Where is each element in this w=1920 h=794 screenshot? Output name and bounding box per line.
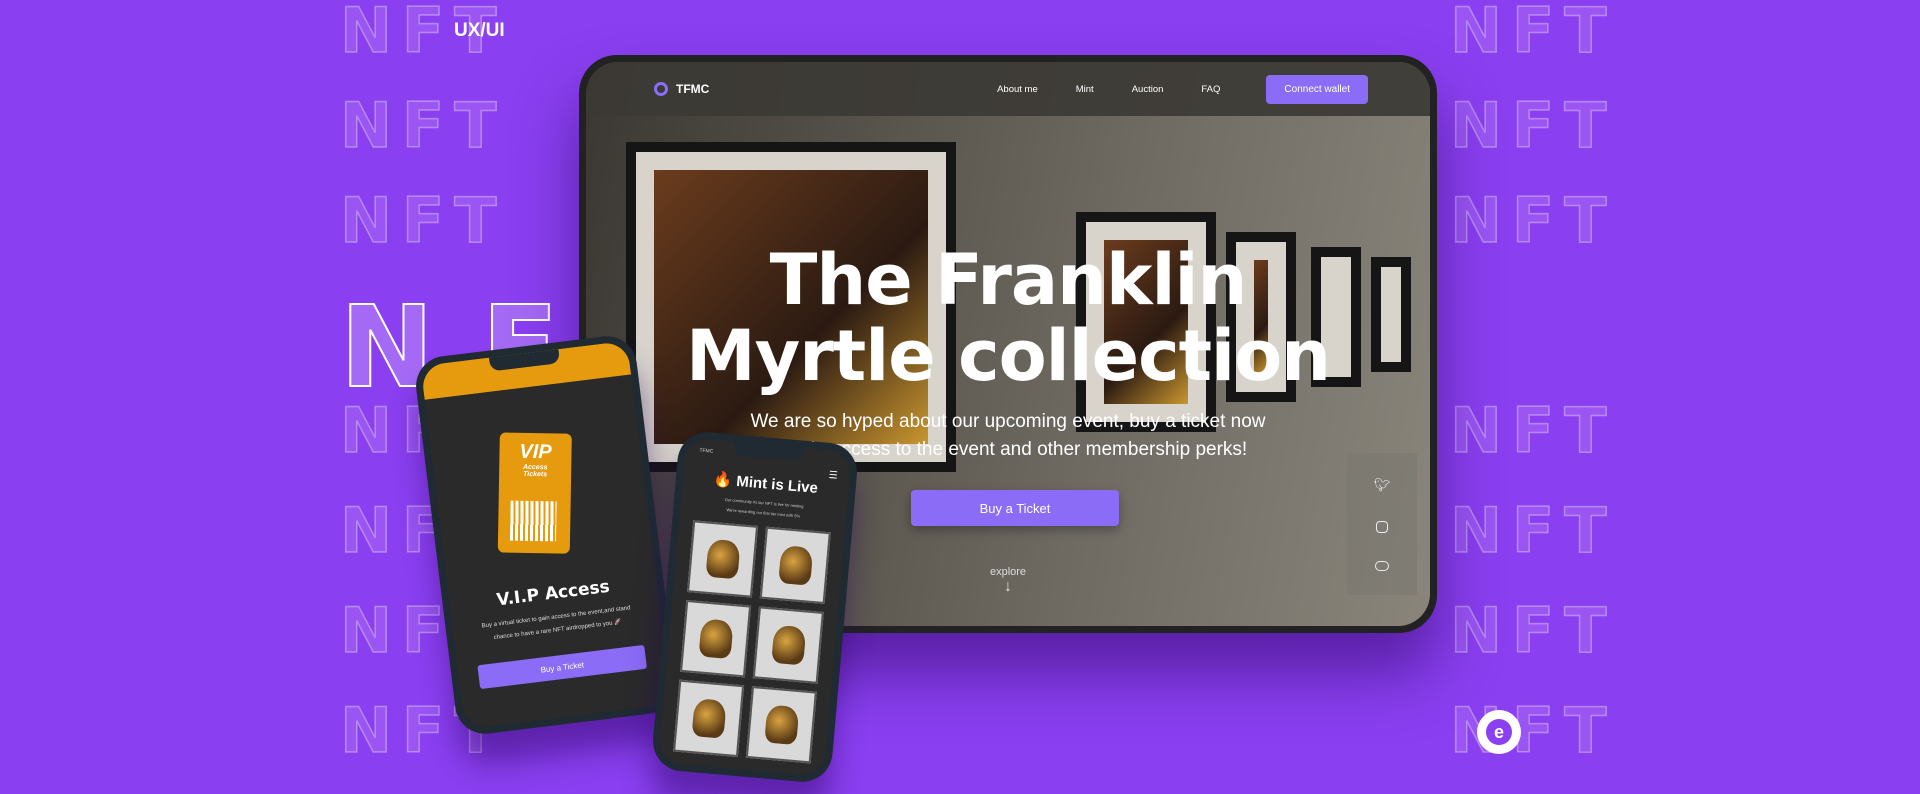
mint-logo: TFMC — [699, 447, 714, 455]
qr-code-icon — [509, 500, 557, 542]
nav-about[interactable]: About me — [997, 84, 1038, 95]
nft-card[interactable] — [680, 599, 752, 678]
hero-title-2: Myrtle collection — [685, 315, 1331, 397]
connect-wallet-button[interactable]: Connect wallet — [1266, 74, 1368, 104]
nav-mint[interactable]: Mint — [1076, 84, 1094, 95]
nft-card[interactable] — [759, 526, 831, 605]
nft-card[interactable] — [752, 606, 824, 684]
instagram-icon[interactable] — [1376, 521, 1388, 533]
navbar: TFMC About me Mint Auction FAQ Connect w… — [586, 62, 1430, 116]
hero: The Franklin Myrtle collection We are so … — [586, 242, 1430, 464]
nft-card[interactable] — [687, 520, 759, 598]
buy-ticket-button[interactable]: Buy a Ticket — [911, 490, 1119, 526]
discord-icon[interactable] — [1375, 561, 1389, 571]
nft-card[interactable] — [745, 686, 817, 764]
hero-subtitle-1: We are so hyped about our upcoming event… — [750, 411, 1266, 432]
nft-grid — [673, 520, 831, 764]
phone-buy-ticket-button[interactable]: Buy a Ticket — [477, 644, 648, 690]
behance-logo: e — [1477, 710, 1521, 754]
twitter-icon[interactable]: 🐦︎ — [1374, 477, 1391, 493]
logo[interactable]: TFMC — [654, 82, 709, 96]
uxui-label: UX/UI — [454, 20, 505, 41]
nav-faq[interactable]: FAQ — [1201, 84, 1220, 95]
behance-icon: e — [1486, 719, 1512, 745]
phone-vip-mockup: VIP Access Tickets V.I.P Access Buy a vi… — [412, 332, 680, 738]
phone-mint-mockup: TFMC ☰ 🔥 Mint is Live Our community #1 t… — [650, 429, 860, 785]
nft-card[interactable] — [673, 679, 745, 758]
social-bar: 🐦︎ — [1347, 453, 1417, 595]
vip-ticket-image: VIP Access Tickets — [497, 432, 572, 554]
nav-auction[interactable]: Auction — [1132, 84, 1164, 95]
logo-text: TFMC — [676, 82, 710, 96]
hero-title-1: The Franklin — [769, 239, 1248, 321]
logo-ring-icon — [654, 82, 668, 96]
